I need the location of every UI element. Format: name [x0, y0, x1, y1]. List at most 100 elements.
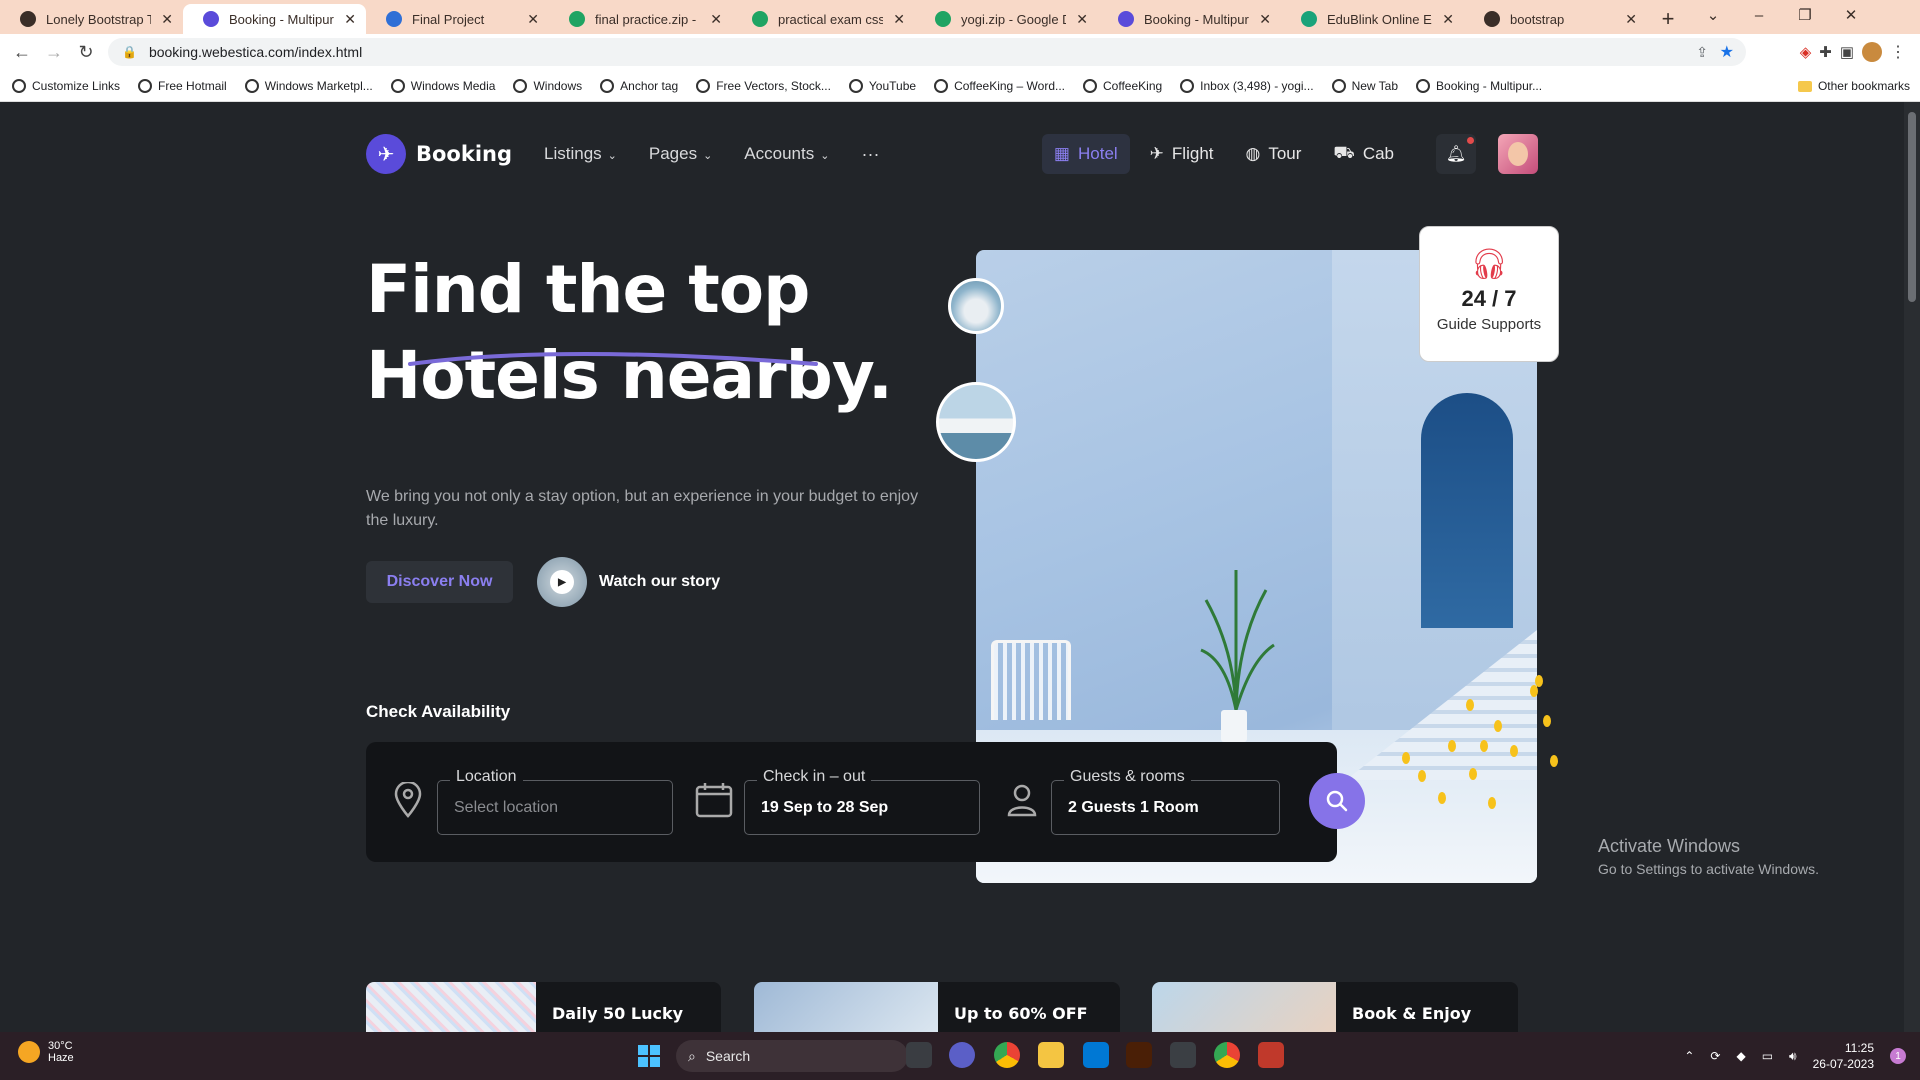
tab-close-icon[interactable]: ✕ — [344, 11, 356, 28]
check-in-out-field[interactable]: Check in – out 19 Sep to 28 Sep — [744, 768, 980, 835]
browser-tab[interactable]: bootstrap ✕ — [1464, 4, 1647, 34]
extension-shield-icon[interactable]: ◈ — [1800, 43, 1812, 61]
tab-close-icon[interactable]: ✕ — [527, 11, 539, 28]
bookmark-item[interactable]: Anchor tag — [600, 78, 678, 93]
notification-badge[interactable]: 1 — [1890, 1048, 1906, 1064]
category-tour[interactable]: ◍ Tour — [1234, 134, 1314, 174]
tab-close-icon[interactable]: ✕ — [161, 11, 173, 28]
watch-story-link[interactable]: ▶ Watch our story — [537, 557, 720, 607]
guests-rooms-field[interactable]: Guests & rooms 2 Guests 1 Room — [1051, 768, 1280, 835]
weather-widget[interactable]: 30°C Haze — [18, 1040, 74, 1064]
bookmark-item[interactable]: Inbox (3,498) - yogi... — [1180, 78, 1314, 93]
notification-bell-button[interactable]: 🔔︎ — [1436, 134, 1476, 174]
search-icon: ⌕ — [688, 1047, 696, 1064]
page-scrollbar[interactable] — [1904, 102, 1920, 1032]
scrollbar-thumb[interactable] — [1908, 112, 1916, 302]
play-icon: ▶ — [550, 570, 574, 594]
bookmark-item[interactable]: Windows Marketpl... — [244, 78, 373, 93]
reload-button[interactable]: ↻ — [70, 36, 102, 68]
tab-search-chevron-icon[interactable]: ⌄ — [1690, 0, 1736, 30]
bookmark-item[interactable]: Free Hotmail — [138, 78, 227, 93]
brand-logo[interactable]: ✈ Booking — [366, 134, 512, 174]
bookmark-item[interactable]: Windows Media — [390, 78, 495, 93]
bookmark-item[interactable]: Free Vectors, Stock... — [696, 78, 831, 93]
bookmark-item[interactable]: Windows — [513, 78, 582, 93]
new-tab-button[interactable]: + — [1653, 4, 1683, 34]
promo-card-book[interactable]: Book & Enjoy — [1152, 982, 1518, 1032]
promo-card-discount[interactable]: Up to 60% OFF — [754, 982, 1120, 1032]
category-flight[interactable]: ✈ Flight — [1138, 134, 1226, 174]
browser-tab[interactable]: yogi.zip - Google Driv ✕ — [915, 4, 1098, 34]
browser-tab[interactable]: final practice.zip - Goo ✕ — [549, 4, 732, 34]
tab-title: final practice.zip - Goo — [595, 11, 700, 27]
bookmark-label: CoffeeKing — [1103, 78, 1163, 93]
browser-tab[interactable]: EduBlink Online Educa ✕ — [1281, 4, 1464, 34]
other-bookmarks[interactable]: Other bookmarks — [1797, 70, 1910, 102]
security-icon[interactable]: ◆ — [1736, 1049, 1745, 1063]
vscode-icon[interactable] — [1083, 1042, 1109, 1068]
menu-item-pages[interactable]: Pages ⌄ — [649, 144, 712, 164]
browser-tab[interactable]: Final Project ✕ — [366, 4, 549, 34]
address-bar[interactable]: 🔒 booking.webestica.com/index.html ⇪ ★ — [108, 38, 1746, 66]
tab-close-icon[interactable]: ✕ — [1625, 11, 1637, 28]
file-explorer-icon[interactable] — [1038, 1042, 1064, 1068]
taskbar-search[interactable]: ⌕ Search — [676, 1040, 908, 1072]
media-app-icon[interactable] — [1258, 1042, 1284, 1068]
browser-tab[interactable]: practical exam css.zip ✕ — [732, 4, 915, 34]
more-menu-icon[interactable]: ··· — [861, 144, 879, 165]
menu-item-accounts[interactable]: Accounts ⌄ — [744, 144, 829, 164]
tab-close-icon[interactable]: ✕ — [710, 11, 722, 28]
bookmark-star-icon[interactable]: ★ — [1720, 42, 1734, 62]
tab-close-icon[interactable]: ✕ — [1442, 11, 1454, 28]
category-cab[interactable]: ⛟ Cab — [1321, 134, 1406, 174]
plane-icon: ✈ — [1149, 144, 1164, 163]
windows-start-icon[interactable] — [638, 1045, 660, 1067]
network-icon[interactable]: ▭ — [1762, 1049, 1773, 1063]
tab-close-icon[interactable]: ✕ — [1076, 11, 1088, 28]
browser-tab[interactable]: Booking - Multipurpo ✕ — [1098, 4, 1281, 34]
promo-card-daily[interactable]: Daily 50 Lucky — [366, 982, 721, 1032]
back-button[interactable]: ← — [6, 36, 38, 68]
watch-story-label: Watch our story — [599, 573, 721, 590]
menu-item-listings[interactable]: Listings ⌄ — [544, 144, 617, 164]
location-field[interactable]: Location Select location — [437, 768, 673, 835]
minimize-button[interactable]: – — [1736, 0, 1782, 30]
category-hotel[interactable]: ▦ Hotel — [1041, 134, 1130, 174]
browser-menu-icon[interactable]: ⋮ — [1890, 42, 1906, 62]
teams-chat-icon[interactable] — [949, 1042, 975, 1068]
browser-tab[interactable]: Booking - Multipurpo ✕ — [183, 4, 366, 34]
tab-close-icon[interactable]: ✕ — [1259, 11, 1271, 28]
sync-icon[interactable]: ⟳ — [1710, 1049, 1720, 1063]
restore-button[interactable]: ❐ — [1782, 0, 1828, 30]
bookmark-item[interactable]: Booking - Multipur... — [1416, 78, 1542, 93]
other-bookmarks-label: Other bookmarks — [1817, 79, 1910, 93]
app-icon[interactable] — [1170, 1042, 1196, 1068]
browser-tab[interactable]: Lonely Bootstrap Temp ✕ — [0, 4, 183, 34]
clock[interactable]: 11:25 26-07-2023 — [1813, 1040, 1874, 1072]
bookmark-item[interactable]: CoffeeKing – Word... — [934, 78, 1065, 93]
extensions-puzzle-icon[interactable]: ✚ — [1819, 43, 1832, 61]
tab-favicon-icon — [386, 11, 402, 27]
profile-avatar[interactable] — [1862, 42, 1882, 62]
forward-button[interactable]: → — [38, 36, 70, 68]
tab-title: bootstrap — [1510, 11, 1565, 27]
user-avatar[interactable] — [1498, 134, 1538, 174]
volume-icon[interactable]: 🔊︎ — [1789, 1049, 1797, 1064]
bookmark-item[interactable]: CoffeeKing — [1083, 78, 1163, 93]
illustrator-icon[interactable] — [1126, 1042, 1152, 1068]
tab-close-icon[interactable]: ✕ — [893, 11, 905, 28]
chrome-active-icon[interactable] — [1214, 1042, 1240, 1068]
category-label: Flight — [1171, 144, 1214, 163]
close-window-button[interactable]: ✕ — [1828, 0, 1874, 30]
task-view-icon[interactable] — [906, 1042, 932, 1068]
bookmark-item[interactable]: YouTube — [848, 78, 916, 93]
bookmark-item[interactable]: New Tab — [1331, 78, 1398, 93]
search-button[interactable] — [1309, 773, 1365, 829]
discover-now-button[interactable]: Discover Now — [366, 561, 513, 603]
activate-subtitle: Go to Settings to activate Windows. — [1598, 861, 1819, 877]
tray-chevron-icon[interactable]: ⌃ — [1684, 1049, 1694, 1063]
side-panel-icon[interactable]: ▣ — [1840, 43, 1854, 61]
bookmark-item[interactable]: Customize Links — [12, 78, 120, 93]
share-icon[interactable]: ⇪ — [1696, 44, 1708, 61]
chrome-icon[interactable] — [994, 1042, 1020, 1068]
